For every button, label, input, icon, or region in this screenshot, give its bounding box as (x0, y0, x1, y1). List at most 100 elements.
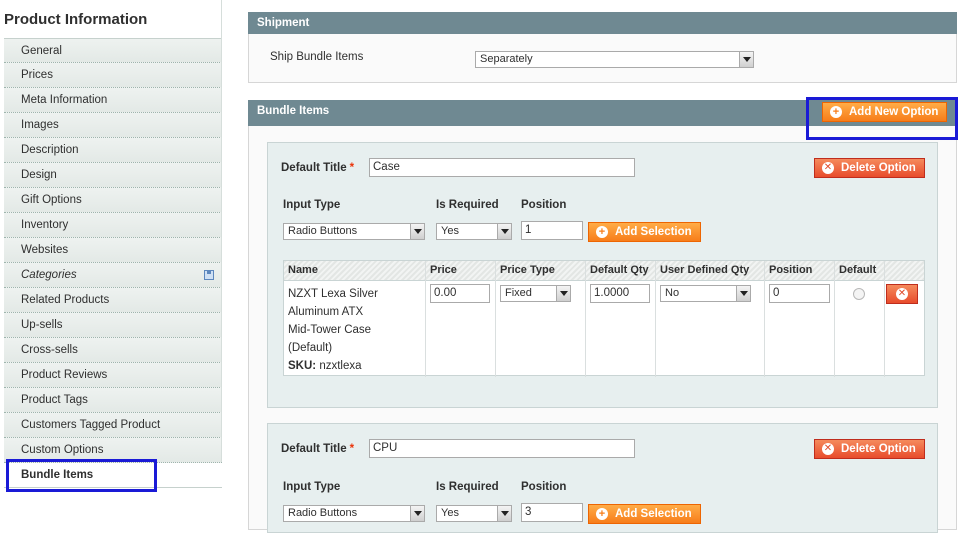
sidebar-item-description[interactable]: Description (4, 138, 222, 163)
sidebar-item-label: Websites (21, 244, 69, 256)
select-value: Radio Buttons (288, 507, 358, 519)
column-header-user-defined-qty: User Defined Qty (660, 264, 750, 276)
bundle-option: Default Title * CPU ✕ Delete Option Input… (267, 423, 938, 533)
button-label: Add Selection (615, 508, 692, 520)
close-icon: ✕ (896, 288, 908, 300)
selections-grid: Name Price Price Type Default Qty User D… (283, 260, 925, 377)
sidebar-item-label: Gift Options (21, 194, 82, 206)
position-input[interactable]: 3 (521, 503, 583, 522)
dropdown-arrow-icon (497, 224, 511, 239)
select-value: No (665, 287, 680, 299)
sidebar: Product Information General Prices Meta … (0, 0, 222, 529)
sidebar-item-label: Product Reviews (21, 369, 108, 381)
sidebar-divider (221, 0, 222, 462)
sidebar-item-label: Custom Options (21, 444, 104, 456)
add-new-option-button[interactable]: + Add New Option (822, 102, 948, 122)
close-icon: ✕ (822, 162, 834, 174)
delete-selection-button[interactable]: ✕ (886, 284, 918, 304)
sidebar-item-up-sells[interactable]: Up-sells (4, 313, 222, 338)
delete-option-button[interactable]: ✕ Delete Option (814, 158, 925, 178)
select-value: Fixed (505, 287, 532, 299)
delete-option-button[interactable]: ✕ Delete Option (814, 439, 925, 459)
selection-name: NZXT Lexa Silver Aluminum ATX Mid-Tower … (288, 288, 378, 372)
dropdown-arrow-icon (556, 286, 570, 301)
default-title-input[interactable]: CPU (369, 439, 635, 458)
position-label: Position (521, 199, 567, 211)
sidebar-item-categories[interactable]: Categories (4, 263, 222, 288)
column-header-price: Price (430, 264, 457, 276)
sidebar-item-cross-sells[interactable]: Cross-sells (4, 338, 222, 363)
default-title-input[interactable]: Case (369, 158, 635, 177)
ship-bundle-items-select[interactable]: Separately (475, 51, 754, 68)
is-required-select[interactable]: Yes (436, 223, 512, 240)
plus-icon: + (596, 226, 608, 238)
column-header-price-type: Price Type (500, 264, 555, 276)
sidebar-item-images[interactable]: Images (4, 113, 222, 138)
sidebar-item-product-tags[interactable]: Product Tags (4, 388, 222, 413)
sidebar-tabs: General Prices Meta Information Images D… (4, 38, 222, 488)
column-divider (495, 261, 496, 377)
sidebar-item-label: Categories (21, 269, 77, 281)
dropdown-arrow-icon (410, 506, 424, 521)
column-divider (425, 261, 426, 377)
sidebar-item-customers-tagged-product[interactable]: Customers Tagged Product (4, 413, 222, 438)
selection-price-input[interactable]: 0.00 (430, 284, 490, 303)
selection-default-radio[interactable] (853, 288, 865, 300)
sidebar-item-label: General (21, 45, 62, 57)
sidebar-item-label: Bundle Items (21, 469, 94, 481)
is-required-label: Is Required (436, 481, 499, 493)
sidebar-item-prices[interactable]: Prices (4, 63, 222, 88)
sidebar-item-label: Up-sells (21, 319, 63, 331)
sidebar-item-general[interactable]: General (4, 38, 222, 63)
sidebar-item-label: Cross-sells (21, 344, 78, 356)
ship-bundle-items-label: Ship Bundle Items (270, 51, 364, 63)
grid-header: Name Price Price Type Default Qty User D… (284, 261, 924, 281)
selection-price-type-select[interactable]: Fixed (500, 285, 571, 302)
column-divider (834, 261, 835, 377)
column-header-position: Position (769, 264, 813, 276)
button-label: Delete Option (841, 162, 916, 174)
default-title-label: Default Title * (281, 162, 355, 174)
column-divider (655, 261, 656, 377)
selection-position-input[interactable]: 0 (769, 284, 830, 303)
input-type-select[interactable]: Radio Buttons (283, 223, 425, 240)
add-selection-button[interactable]: + Add Selection (588, 222, 701, 242)
close-icon: ✕ (822, 443, 834, 455)
shipment-body: Ship Bundle Items Separately (248, 34, 957, 83)
save-icon (204, 270, 214, 280)
sidebar-item-websites[interactable]: Websites (4, 238, 222, 263)
sidebar-item-custom-options[interactable]: Custom Options (4, 438, 222, 463)
button-label: Add New Option (849, 106, 939, 118)
selection-default-qty-input[interactable]: 1.0000 (590, 284, 650, 303)
is-required-select[interactable]: Yes (436, 505, 512, 522)
sidebar-item-meta-information[interactable]: Meta Information (4, 88, 222, 113)
sidebar-item-bundle-items[interactable]: Bundle Items (4, 463, 222, 488)
shipment-fieldset: Shipment Ship Bundle Items Separately (248, 12, 957, 83)
select-value: Separately (480, 53, 533, 65)
sidebar-item-design[interactable]: Design (4, 163, 222, 188)
default-title-label: Default Title * (281, 443, 355, 455)
is-required-label: Is Required (436, 199, 499, 211)
sidebar-item-label: Meta Information (21, 94, 108, 106)
dropdown-arrow-icon (739, 52, 753, 67)
sidebar-item-label: Product Tags (21, 394, 88, 406)
sidebar-item-label: Related Products (21, 294, 110, 306)
add-selection-button[interactable]: + Add Selection (588, 504, 701, 524)
column-header-default-qty: Default Qty (590, 264, 649, 276)
bundle-option: Default Title * Case ✕ Delete Option Inpu… (267, 142, 938, 408)
plus-icon: + (596, 508, 608, 520)
sidebar-item-label: Inventory (21, 219, 69, 231)
sidebar-item-related-products[interactable]: Related Products (4, 288, 222, 313)
position-label: Position (521, 481, 567, 493)
column-divider (884, 261, 885, 377)
sidebar-item-gift-options[interactable]: Gift Options (4, 188, 222, 213)
plus-icon: + (830, 106, 842, 118)
position-input[interactable]: 1 (521, 221, 583, 240)
sidebar-title: Product Information (4, 11, 148, 28)
sidebar-item-inventory[interactable]: Inventory (4, 213, 222, 238)
column-header-default: Default (839, 264, 877, 276)
input-type-select[interactable]: Radio Buttons (283, 505, 425, 522)
select-value: Radio Buttons (288, 225, 358, 237)
selection-user-defined-qty-select[interactable]: No (660, 285, 751, 302)
sidebar-item-product-reviews[interactable]: Product Reviews (4, 363, 222, 388)
